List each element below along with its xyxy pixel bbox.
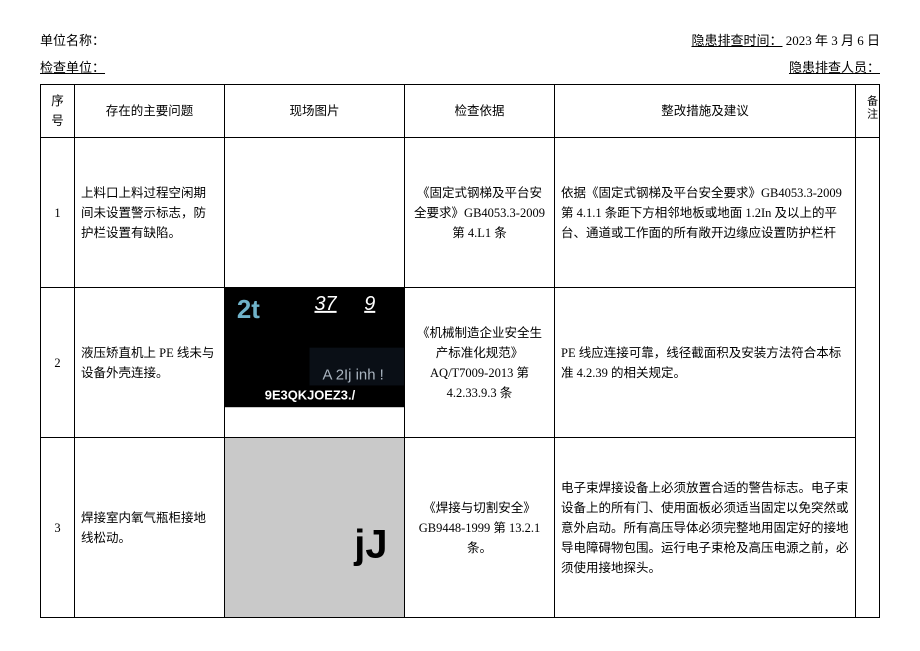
unit-name: 单位名称：: [40, 30, 105, 49]
inspector: 隐患排查人员：: [789, 57, 880, 76]
site-photo-3: jJ: [225, 438, 404, 617]
col-issue: 存在的主要问题: [75, 85, 225, 138]
cell-basis: 《焊接与切割安全》GB9448-1999 第 13.2.1 条。: [405, 438, 555, 618]
table-row: 1 上料口上料过程空闲期间未设置警示标志，防护栏设置有缺陷。 《固定式钢梯及平台…: [41, 138, 880, 288]
table-row: 3 焊接室内氧气瓶柜接地线松动。 jJ 《焊接与切割安全》GB9448-1999…: [41, 438, 880, 618]
col-basis: 检查依据: [405, 85, 555, 138]
inspect-time: 隐患排查时间： 2023 年 3 月 6 日: [691, 30, 880, 49]
table-row: 2 液压矫直机上 PE 线未与设备外壳连接。 2t 37 9 A 2Ij inh…: [41, 288, 880, 438]
header-row-1: 单位名称： 隐患排查时间： 2023 年 3 月 6 日: [40, 30, 880, 49]
header-row-2: 检查单位： 隐患排查人员：: [40, 57, 880, 76]
table-header-row: 序号 存在的主要问题 现场图片 检查依据 整改措施及建议 备注: [41, 85, 880, 138]
check-unit-label: 检查单位：: [40, 60, 105, 75]
cell-photo: [225, 138, 405, 288]
inspector-label: 隐患排查人员：: [789, 60, 880, 75]
cell-action: PE 线应连接可靠，线径截面积及安装方法符合本标准 4.2.39 的相关规定。: [555, 288, 856, 438]
cell-issue: 焊接室内氧气瓶柜接地线松动。: [75, 438, 225, 618]
col-seq: 序号: [41, 85, 75, 138]
col-note-text: 备注: [862, 95, 880, 121]
col-note: 备注: [856, 85, 880, 138]
cell-action: 依据《固定式钢梯及平台安全要求》GB4053.3-2009 第 4.1.1 条距…: [555, 138, 856, 288]
cell-photo: 2t 37 9 A 2Ij inh ! 9E3QKJOEZ3./: [225, 288, 405, 438]
col-action: 整改措施及建议: [555, 85, 856, 138]
inspect-time-label: 隐患排查时间：: [691, 33, 782, 48]
svg-text:37: 37: [315, 293, 338, 315]
cell-seq: 1: [41, 138, 75, 288]
cell-basis: 《机械制造企业安全生产标准化规范》AQ/T7009-2013 第 4.2.33.…: [405, 288, 555, 438]
svg-text:9E3QKJOEZ3./: 9E3QKJOEZ3./: [265, 387, 356, 402]
cell-issue: 上料口上料过程空闲期间未设置警示标志，防护栏设置有缺陷。: [75, 138, 225, 288]
svg-text:9: 9: [364, 293, 375, 315]
inspection-table: 序号 存在的主要问题 现场图片 检查依据 整改措施及建议 备注 1 上料口上料过…: [40, 84, 880, 618]
cell-action: 电子束焊接设备上必须放置合适的警告标志。电子束设备上的所有门、使用面板必须适当固…: [555, 438, 856, 618]
svg-text:A 2Ij inh !: A 2Ij inh !: [322, 367, 383, 383]
inspect-time-value: 2023 年 3 月 6 日: [786, 33, 880, 48]
svg-text:jJ: jJ: [353, 522, 387, 566]
check-unit: 检查单位：: [40, 57, 105, 76]
cell-seq: 2: [41, 288, 75, 438]
site-photo-2: 2t 37 9 A 2Ij inh ! 9E3QKJOEZ3./: [225, 288, 404, 437]
cell-photo: jJ: [225, 438, 405, 618]
cell-basis: 《固定式钢梯及平台安全要求》GB4053.3-2009 第 4.L1 条: [405, 138, 555, 288]
cell-seq: 3: [41, 438, 75, 618]
svg-text:2t: 2t: [237, 296, 260, 324]
cell-note: [856, 138, 880, 618]
unit-name-label: 单位名称：: [40, 33, 105, 48]
col-photo: 现场图片: [225, 85, 405, 138]
cell-issue: 液压矫直机上 PE 线未与设备外壳连接。: [75, 288, 225, 438]
